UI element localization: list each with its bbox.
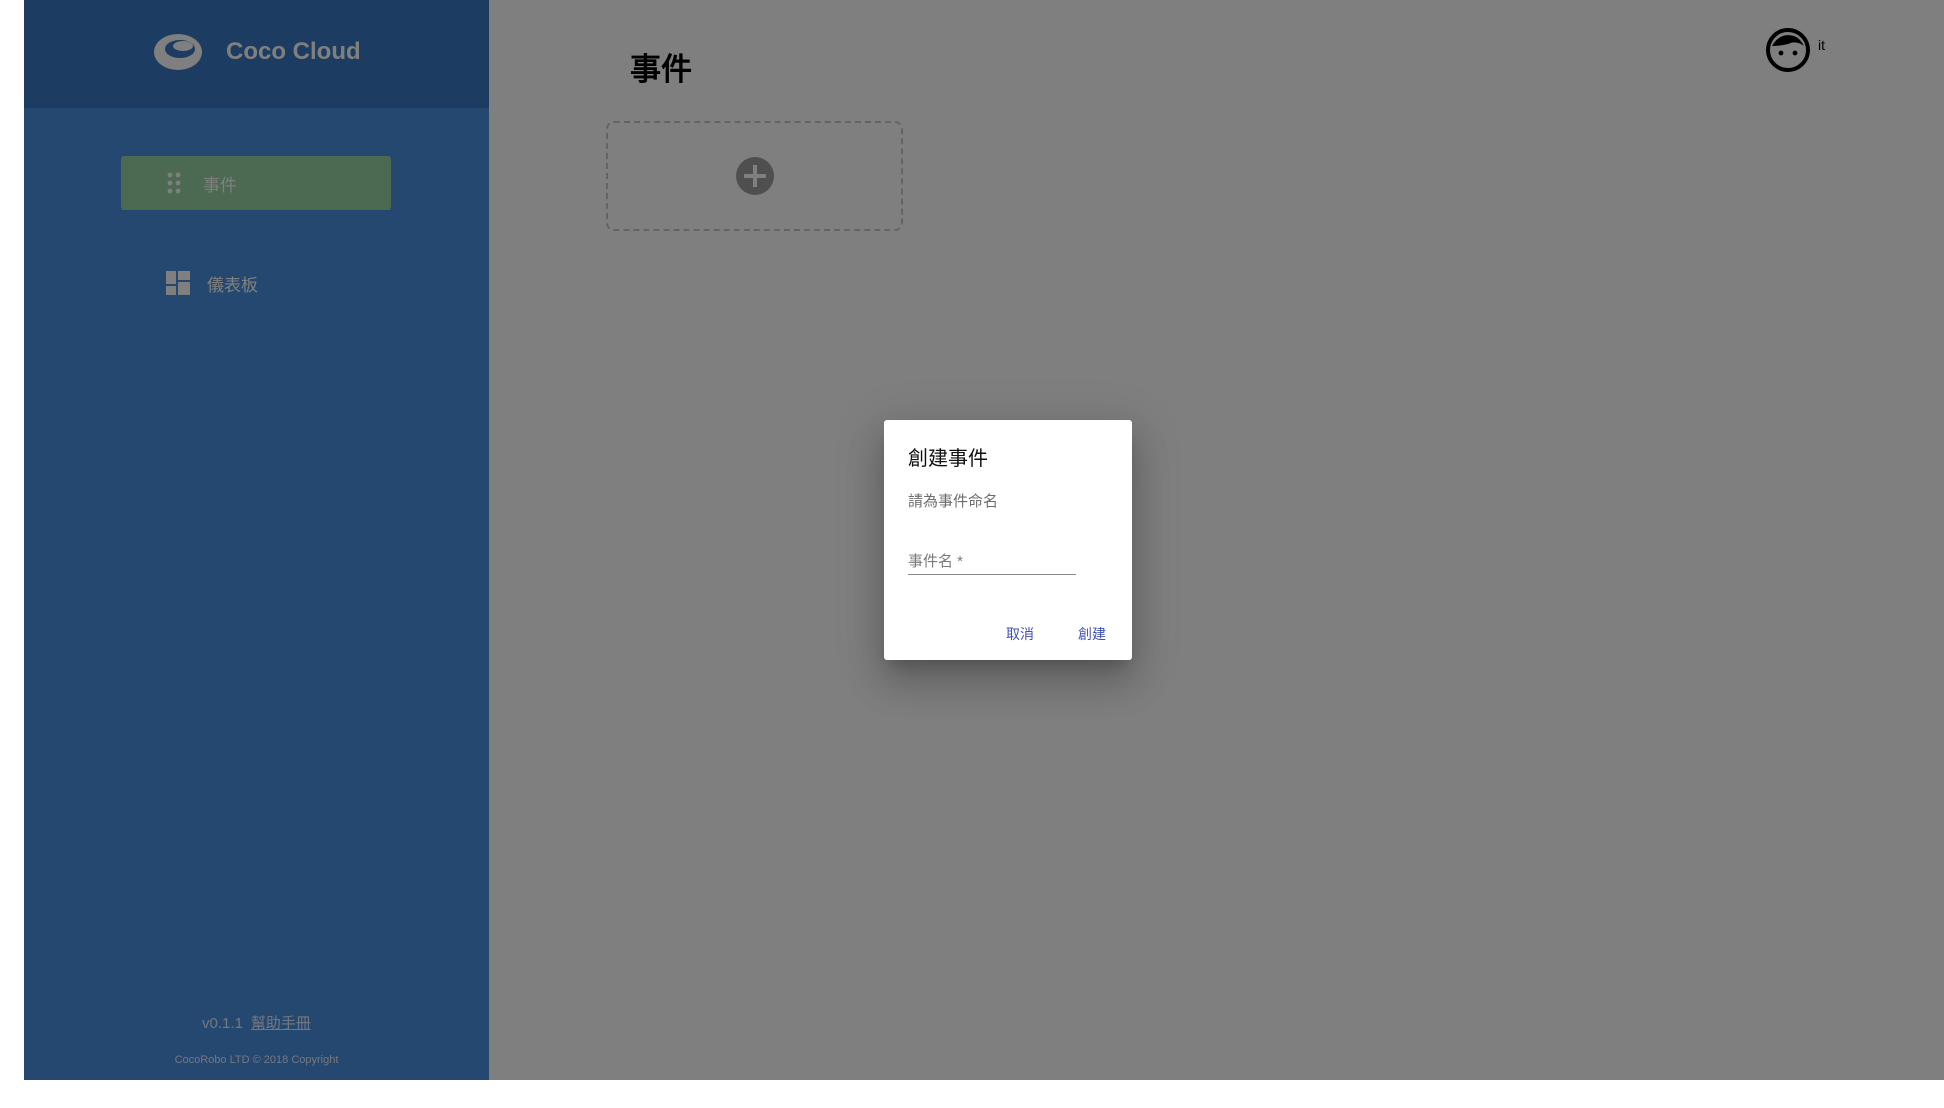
event-name-field [908, 548, 1076, 575]
dialog-description: 請為事件命名 [908, 493, 999, 510]
dialog-actions: 取消 創建 [1006, 624, 1106, 644]
create-button[interactable]: 創建 [1078, 624, 1106, 644]
event-name-input[interactable] [908, 548, 1076, 574]
modal-backdrop[interactable]: 創建事件 請為事件命名 取消 創建 [24, 0, 1944, 1080]
create-event-dialog: 創建事件 請為事件命名 取消 創建 [884, 420, 1132, 660]
dialog-title: 創建事件 [908, 448, 988, 470]
cancel-button[interactable]: 取消 [1006, 624, 1034, 644]
